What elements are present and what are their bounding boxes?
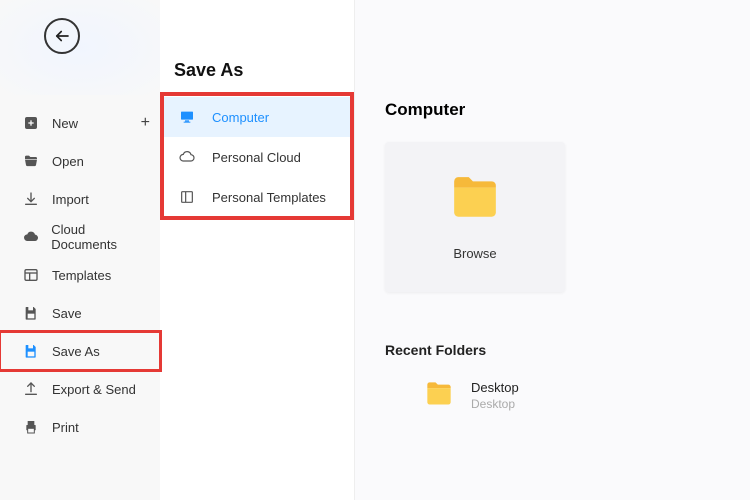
export-icon [22, 380, 40, 398]
print-icon [22, 418, 40, 436]
back-button[interactable] [44, 18, 80, 54]
nav-item-open[interactable]: Open [0, 142, 160, 180]
cloud-icon [22, 228, 39, 246]
plus-square-icon [22, 114, 40, 132]
nav-label: Save As [52, 344, 100, 359]
nav-item-export-send[interactable]: Export & Send [0, 370, 160, 408]
templates-icon [22, 266, 40, 284]
arrow-left-icon [53, 27, 71, 45]
dest-label: Personal Templates [212, 190, 326, 205]
nav-list: New + Open Import Cloud Documents Temp [0, 104, 160, 446]
sidebar: New + Open Import Cloud Documents Temp [0, 0, 160, 500]
browse-card[interactable]: Browse [385, 142, 565, 292]
panel-title: Save As [160, 60, 354, 81]
dest-label: Computer [212, 110, 269, 125]
destination-list: Computer Personal Cloud Personal Templat… [160, 97, 354, 217]
recent-text: Desktop Desktop [471, 380, 519, 412]
save-as-icon [22, 342, 40, 360]
nav-item-save-as[interactable]: Save As [0, 332, 160, 370]
folder-icon [450, 177, 500, 224]
recent-name: Desktop [471, 380, 519, 397]
nav-item-import[interactable]: Import [0, 180, 160, 218]
recent-path: Desktop [471, 397, 519, 413]
nav-label: New [52, 116, 78, 131]
dest-item-computer[interactable]: Computer [160, 97, 354, 137]
content-title: Computer [385, 100, 720, 120]
dest-label: Personal Cloud [212, 150, 301, 165]
nav-label: Templates [52, 268, 111, 283]
nav-item-save[interactable]: Save [0, 294, 160, 332]
nav-item-print[interactable]: Print [0, 408, 160, 446]
nav-label: Print [52, 420, 79, 435]
save-as-panel: Save As Computer Personal Cloud Personal… [160, 0, 355, 500]
folder-icon [425, 382, 453, 411]
cloud-outline-icon [178, 148, 196, 166]
nav-label: Save [52, 306, 82, 321]
nav-label: Export & Send [52, 382, 136, 397]
nav-label: Import [52, 192, 89, 207]
save-icon [22, 304, 40, 322]
recent-item[interactable]: Desktop Desktop [385, 376, 720, 416]
nav-item-templates[interactable]: Templates [0, 256, 160, 294]
dest-item-personal-cloud[interactable]: Personal Cloud [160, 137, 354, 177]
folder-open-icon [22, 152, 40, 170]
template-grid-icon [178, 188, 196, 206]
monitor-icon [178, 108, 196, 126]
recent-title: Recent Folders [385, 342, 720, 358]
content-panel: Computer Browse Recent Folders Desktop D… [355, 0, 750, 500]
browse-label: Browse [453, 246, 496, 261]
nav-item-new[interactable]: New + [0, 104, 160, 142]
dest-item-personal-templates[interactable]: Personal Templates [160, 177, 354, 217]
sidebar-gradient [0, 0, 160, 95]
nav-item-cloud-documents[interactable]: Cloud Documents [0, 218, 160, 256]
nav-label: Open [52, 154, 84, 169]
nav-label: Cloud Documents [51, 222, 150, 252]
plus-icon[interactable]: + [141, 114, 150, 132]
download-icon [22, 190, 40, 208]
